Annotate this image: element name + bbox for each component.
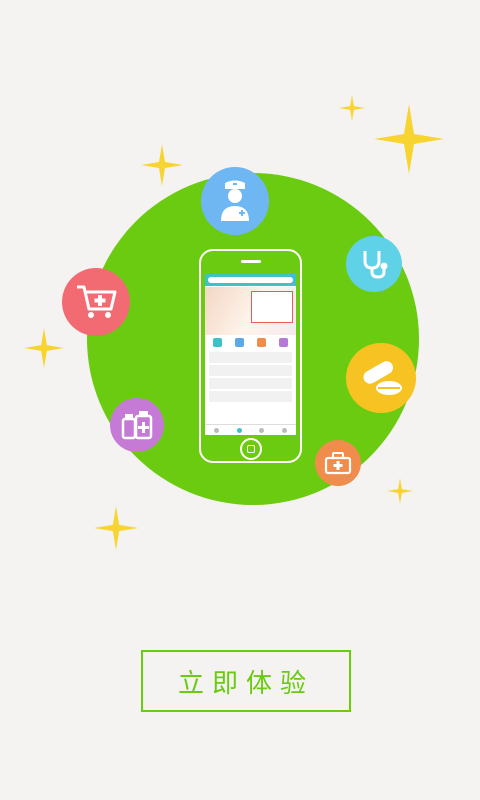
mini-banner-ad xyxy=(251,291,293,323)
mini-app-header xyxy=(205,274,296,286)
mini-banner xyxy=(205,287,296,335)
mini-category-icons xyxy=(205,335,296,350)
phone-home-button xyxy=(240,438,262,460)
pills-bubble xyxy=(346,343,416,413)
mini-list-row xyxy=(209,378,292,389)
sparkle-icon xyxy=(374,104,444,174)
pills-icon xyxy=(363,361,402,395)
medicine-bottles-bubble xyxy=(110,398,164,452)
mini-search-bar xyxy=(208,277,293,283)
phone-speaker xyxy=(241,260,261,263)
first-aid-kit-bubble xyxy=(315,440,361,486)
sparkle-icon xyxy=(94,506,138,550)
mini-list-row xyxy=(209,391,292,402)
sparkle-icon xyxy=(387,478,413,504)
phone-screen xyxy=(205,274,296,435)
mini-list-row xyxy=(209,352,292,363)
phone-illustration xyxy=(199,249,302,463)
mini-tab-bar xyxy=(205,424,296,435)
medicine-bottles-icon xyxy=(121,411,153,440)
nurse-icon xyxy=(221,180,249,221)
shopping-cart-bubble xyxy=(62,268,130,336)
stethoscope-bubble xyxy=(346,236,402,292)
first-aid-kit-icon xyxy=(324,452,352,475)
try-now-button[interactable]: 立即体验 xyxy=(141,650,351,712)
stethoscope-icon xyxy=(363,251,388,279)
mini-list-row xyxy=(209,365,292,376)
shopping-cart-icon xyxy=(77,285,117,318)
nurse-bubble xyxy=(201,167,269,235)
sparkle-icon xyxy=(24,328,64,368)
sparkle-icon xyxy=(339,95,365,121)
sparkle-icon xyxy=(141,144,183,186)
